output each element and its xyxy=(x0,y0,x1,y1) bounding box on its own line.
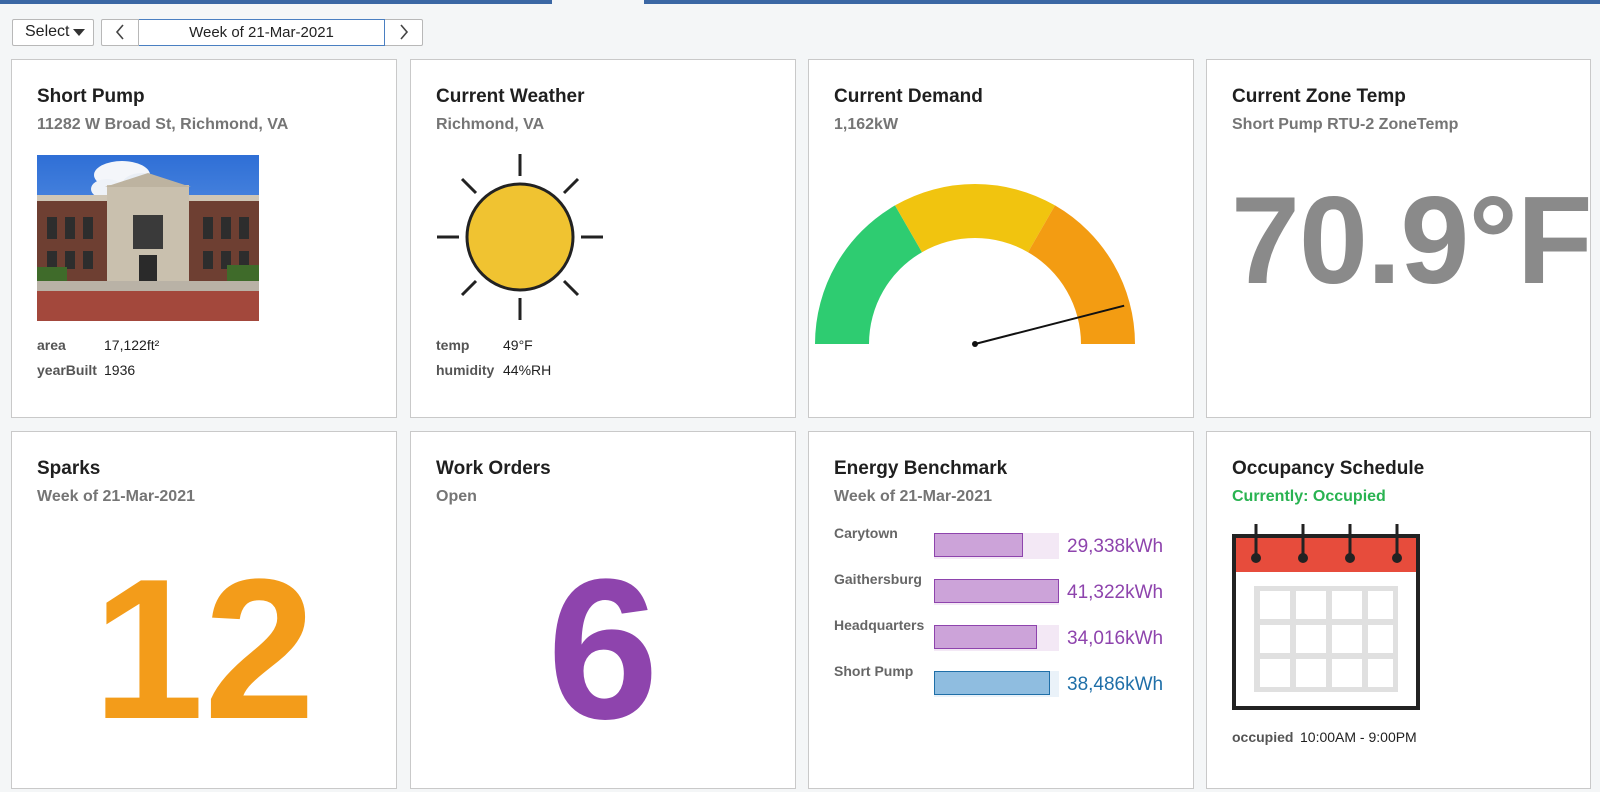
weather-card[interactable]: Current Weather Richmond, VA temp 49°F h… xyxy=(410,59,796,418)
benchmark-week: Week of 21-Mar-2021 xyxy=(834,488,992,505)
calendar-icon xyxy=(1232,524,1420,710)
occupancy-card[interactable]: Occupancy Schedule Currently: Occupied o… xyxy=(1206,431,1591,789)
sun-icon xyxy=(437,154,603,320)
card-title: Work Orders xyxy=(436,458,551,479)
toolbar: Select Week of 21-Mar-2021 xyxy=(12,18,423,46)
benchmark-bar-fill xyxy=(934,625,1037,649)
benchmark-site-name: Carytown xyxy=(834,525,898,541)
benchmark-bar-track xyxy=(934,625,1059,651)
benchmark-bar-fill xyxy=(934,579,1059,603)
zone-temp-value: 70.9°F xyxy=(1231,172,1591,310)
demand-gauge xyxy=(815,184,1135,347)
top-accent-bar-left xyxy=(0,0,552,4)
weather-location: Richmond, VA xyxy=(436,116,545,133)
year-built-value: 1936 xyxy=(104,362,136,378)
occupied-hours-row: occupied 10:00AM - 9:00PM xyxy=(1232,729,1417,745)
sparks-card[interactable]: Sparks Week of 21-Mar-2021 12 xyxy=(11,431,397,789)
previous-week-button[interactable] xyxy=(101,18,139,46)
benchmark-value: 29,338kWh xyxy=(1067,536,1164,557)
benchmark-bar-track xyxy=(934,533,1059,559)
year-built-row: yearBuilt 1936 xyxy=(37,362,135,378)
demand-value: 1,162kW xyxy=(834,116,899,133)
building-photo xyxy=(37,155,259,321)
area-row: area 17,122ft² xyxy=(37,337,159,353)
temp-value: 49°F xyxy=(503,337,533,353)
work-orders-count: 6 xyxy=(547,538,659,761)
benchmark-row[interactable]: Gaithersburg 41,322kWh xyxy=(834,571,1174,615)
year-built-label: yearBuilt xyxy=(37,362,97,378)
benchmark-bar-fill xyxy=(934,533,1023,557)
occupied-label: occupied xyxy=(1232,729,1294,745)
gauge-segment-mid xyxy=(895,184,1055,253)
occupancy-status: Currently: Occupied xyxy=(1232,488,1386,505)
benchmark-value: 38,486kWh xyxy=(1067,674,1164,695)
card-title: Energy Benchmark xyxy=(834,458,1008,479)
benchmark-bar-track xyxy=(934,579,1059,605)
select-dropdown[interactable]: Select xyxy=(12,18,94,46)
benchmark-row[interactable]: Headquarters 34,016kWh xyxy=(834,617,1174,661)
week-field[interactable]: Week of 21-Mar-2021 xyxy=(139,18,385,46)
work-orders-status: Open xyxy=(436,488,477,505)
next-week-button[interactable] xyxy=(385,18,423,46)
benchmark-site-name: Headquarters xyxy=(834,617,925,633)
gauge-needle-hub xyxy=(972,341,978,347)
humidity-row: humidity 44%RH xyxy=(436,362,551,378)
card-title: Current Weather xyxy=(436,86,585,107)
benchmark-bar-fill xyxy=(934,671,1050,695)
benchmark-row[interactable]: Carytown 29,338kWh xyxy=(834,525,1174,569)
temp-label: temp xyxy=(436,337,470,353)
sparks-week: Week of 21-Mar-2021 xyxy=(37,488,195,505)
benchmark-value: 41,322kWh xyxy=(1067,582,1164,603)
area-value: 17,122ft² xyxy=(104,337,160,353)
card-title: Sparks xyxy=(37,458,101,479)
card-title: Occupancy Schedule xyxy=(1232,458,1425,479)
demand-card[interactable]: Current Demand 1,162kW xyxy=(808,59,1194,418)
benchmark-site-name: Gaithersburg xyxy=(834,571,922,587)
gauge-segment-low xyxy=(815,205,922,344)
zone-point-name: Short Pump RTU-2 ZoneTemp xyxy=(1232,116,1459,133)
energy-benchmark-card[interactable]: Energy Benchmark Week of 21-Mar-2021 Car… xyxy=(808,431,1194,789)
benchmark-value: 34,016kWh xyxy=(1067,628,1164,649)
chevron-right-icon xyxy=(399,24,408,40)
card-title: Short Pump xyxy=(37,86,145,107)
zone-temp-card[interactable]: Current Zone Temp Short Pump RTU-2 ZoneT… xyxy=(1206,59,1591,418)
sparks-count: 12 xyxy=(92,538,316,761)
humidity-label: humidity xyxy=(436,362,495,378)
work-orders-card[interactable]: Work Orders Open 6 xyxy=(410,431,796,789)
caret-down-icon xyxy=(73,28,85,36)
select-label: Select xyxy=(25,23,70,40)
site-card[interactable]: Short Pump 11282 W Broad St, Richmond, V… xyxy=(11,59,397,418)
gauge-segment-high xyxy=(1028,205,1135,344)
top-accent-bar-right xyxy=(644,0,1600,4)
card-title: Current Demand xyxy=(834,86,983,107)
site-address: 11282 W Broad St, Richmond, VA xyxy=(37,116,289,133)
benchmark-site-name: Short Pump xyxy=(834,663,914,679)
card-title: Current Zone Temp xyxy=(1232,86,1406,107)
area-label: area xyxy=(37,337,66,353)
date-navigator: Week of 21-Mar-2021 xyxy=(101,18,423,46)
benchmark-bar-track xyxy=(934,671,1059,697)
occupied-hours: 10:00AM - 9:00PM xyxy=(1300,729,1417,745)
chevron-left-icon xyxy=(115,24,124,40)
humidity-value: 44%RH xyxy=(503,362,552,378)
benchmark-row[interactable]: Short Pump 38,486kWh xyxy=(834,663,1174,707)
temp-row: temp 49°F xyxy=(436,337,533,353)
